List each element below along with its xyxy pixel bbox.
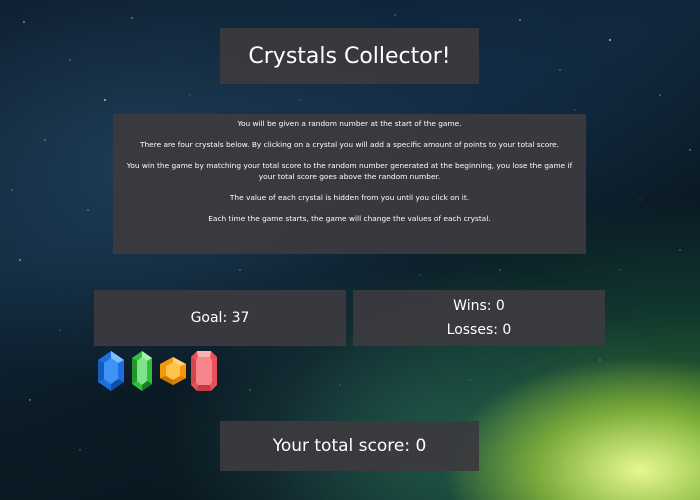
instruction-line: You win the game by matching your total …: [126, 161, 573, 181]
instruction-line: You will be given a random number at the…: [237, 119, 462, 128]
goal-box: Goal: 37: [94, 290, 346, 346]
crystal-row: [97, 350, 218, 392]
total-score: Your total score: 0: [272, 436, 427, 456]
total-score-box: Your total score: 0: [220, 421, 479, 471]
title-box: Crystals Collector!: [220, 28, 479, 84]
wins-count: Wins: 0: [453, 298, 505, 314]
red-crystal-icon[interactable]: [190, 350, 218, 392]
wins-losses-box: Wins: 0 Losses: 0: [353, 290, 605, 346]
game-title: Crystals Collector!: [248, 43, 451, 69]
instruction-line: The value of each crystal is hidden from…: [229, 193, 470, 202]
instruction-line: There are four crystals below. By clicki…: [139, 140, 560, 149]
orange-crystal-icon[interactable]: [159, 350, 187, 392]
blue-crystal-icon[interactable]: [97, 350, 125, 392]
instructions-box: You will be given a random number at the…: [113, 114, 586, 254]
green-crystal-icon[interactable]: [128, 350, 156, 392]
instruction-line: Each time the game starts, the game will…: [208, 214, 491, 223]
losses-count: Losses: 0: [446, 322, 512, 338]
goal-number: Goal: 37: [190, 310, 250, 326]
